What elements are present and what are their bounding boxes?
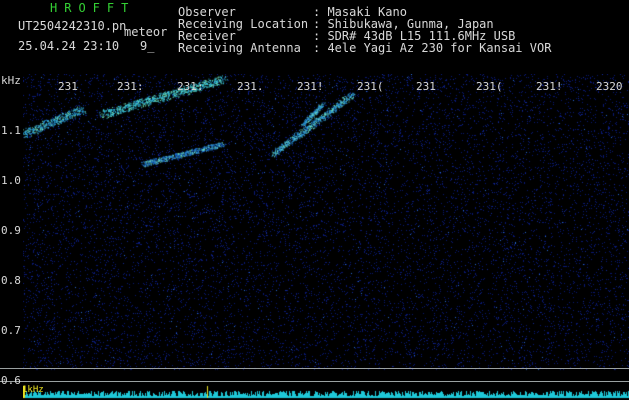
unit-label: kHz [1,74,21,87]
y-tick: 1.0 [1,174,21,187]
tag-label: meteor [124,25,168,39]
count: 9_ [140,39,155,53]
time-tick: 231 [416,80,436,93]
time-tick: 231( [357,80,384,93]
time-tick: 231: [117,80,144,93]
datetime: 25.04.24 23:10 [18,39,120,53]
y-tick: 0.6 [1,374,21,387]
spectrogram [23,74,629,400]
y-tick: 0.9 [1,224,21,237]
y-tick: 0.8 [1,274,21,287]
time-tick: 231: [177,80,204,93]
time-tick: 231. [237,80,264,93]
time-tick: 2320 [596,80,623,93]
hline-bottom [0,381,629,382]
info-label-antenna: Receiving Antenna [178,41,301,55]
time-tick: 231! [536,80,563,93]
time-tick: 231! [297,80,324,93]
y-tick: 1.1 [1,124,21,137]
filename: UT2504242310.pn [18,19,127,33]
time-tick: 231( [476,80,503,93]
info-value-antenna: : 4ele Yagi Az 230 for Kansai VOR [313,41,552,55]
logo: HROFFT [50,1,136,15]
hline-top [0,368,629,369]
y-tick: 0.7 [1,324,21,337]
bottom-label: 1kHz [22,385,44,395]
time-tick: 231 [58,80,78,93]
